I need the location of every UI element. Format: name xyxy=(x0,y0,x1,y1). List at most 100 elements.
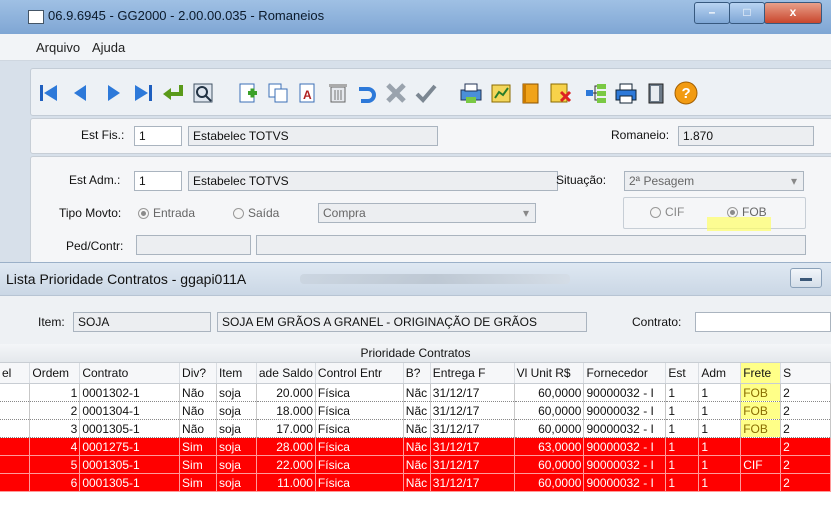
table-cell: soja xyxy=(216,401,257,420)
col-header[interactable]: Ordem xyxy=(29,363,81,384)
table-cell: 17.000 xyxy=(256,419,316,438)
col-header[interactable]: Contrato xyxy=(79,363,181,384)
table-cell: 31/12/17 xyxy=(430,419,515,438)
col-header[interactable]: Est xyxy=(665,363,700,384)
contrato-input[interactable] xyxy=(695,312,831,332)
table-cell: 0001305-1 xyxy=(79,473,181,492)
search-icon[interactable] xyxy=(191,81,215,105)
col-header[interactable]: Control Entr xyxy=(315,363,404,384)
confirm-icon[interactable] xyxy=(414,81,438,105)
first-icon[interactable] xyxy=(37,81,61,105)
report-icon[interactable] xyxy=(489,81,513,105)
table-cell: 31/12/17 xyxy=(430,437,515,456)
table-cell xyxy=(0,473,31,492)
table-row[interactable]: 6 0001305-1 Sim soja 11.000 Física Nãc 31/12/17… xyxy=(0,473,831,492)
menu-ajuda[interactable]: Ajuda xyxy=(92,40,125,55)
table-cell: 90000032 - I xyxy=(583,473,667,492)
col-header[interactable]: Div? xyxy=(179,363,217,384)
table-cell: 90000032 - I xyxy=(583,437,667,456)
table-cell: 1 xyxy=(698,455,742,474)
est-adm-panel: Est Adm.: 1 Estabelec TOTVS Situação: 2ª… xyxy=(30,156,831,264)
prev-icon[interactable] xyxy=(69,81,93,105)
table-cell: 0001304-1 xyxy=(79,401,181,420)
col-header[interactable]: Item xyxy=(216,363,257,384)
cancel-icon[interactable] xyxy=(384,81,408,105)
table-cell: Física xyxy=(315,437,404,456)
saida-radio[interactable] xyxy=(233,208,244,219)
next-icon[interactable] xyxy=(101,81,125,105)
table-cell: 2 xyxy=(780,383,831,402)
lista-prioridade-window: Lista Prioridade Contratos - ggapi011A I… xyxy=(0,262,831,508)
cif-label: CIF xyxy=(665,205,685,219)
print-icon[interactable] xyxy=(459,81,483,105)
table-cell: Nãc xyxy=(403,383,431,402)
list-minimize-button[interactable] xyxy=(790,268,822,288)
help-icon[interactable]: ? xyxy=(674,81,698,105)
table-cell: 1 xyxy=(29,383,81,402)
situacao-label: Situação: xyxy=(556,173,607,187)
cif-radio[interactable] xyxy=(650,207,661,218)
table-row[interactable]: 2 0001304-1 Não soja 18.000 Física Nãc 31/12/17… xyxy=(0,401,831,420)
toolbar: A ? xyxy=(30,68,831,116)
table-cell: 63,0000 xyxy=(514,437,585,456)
table-row[interactable]: 5 0001305-1 Sim soja 22.000 Física Nãc 31/12/17… xyxy=(0,455,831,474)
col-header[interactable]: S xyxy=(780,363,831,384)
table-cell: 3 xyxy=(29,419,81,438)
new-icon[interactable] xyxy=(236,81,260,105)
printer-icon[interactable] xyxy=(614,81,638,105)
grid-header-row: el Ordem Contrato Div? Item ade Saldo Co… xyxy=(0,363,831,384)
table-cell: 31/12/17 xyxy=(430,383,515,402)
table-row[interactable]: 1 0001302-1 Não soja 20.000 Física Nãc 31/12/17… xyxy=(0,383,831,402)
est-fis-code-input[interactable]: 1 xyxy=(134,126,182,146)
table-cell: 2 xyxy=(780,455,831,474)
table-cell: 0001305-1 xyxy=(79,455,181,474)
table-cell: soja xyxy=(216,455,257,474)
delete-icon[interactable] xyxy=(326,81,350,105)
enter-icon[interactable] xyxy=(161,81,185,105)
table-cell: 2 xyxy=(780,401,831,420)
est-adm-code-input[interactable]: 1 xyxy=(134,171,182,191)
table-cell: 0001305-1 xyxy=(79,419,181,438)
close-button[interactable]: x xyxy=(764,2,822,24)
contrato-label: Contrato: xyxy=(632,315,682,329)
window-title: 06.9.6945 - GG2000 - 2.00.00.035 - Roman… xyxy=(48,8,325,23)
table-cell: Nãc xyxy=(403,473,431,492)
book-icon[interactable] xyxy=(519,81,543,105)
table-cell: 28.000 xyxy=(256,437,316,456)
table-cell: Física xyxy=(315,401,404,420)
col-header[interactable]: Vl Unit R$ xyxy=(514,363,585,384)
col-header[interactable]: Fornecedor xyxy=(583,363,667,384)
table-row[interactable]: 4 0001275-1 Sim soja 28.000 Física Nãc 31/12/17… xyxy=(0,437,831,456)
minimize-button[interactable]: – xyxy=(694,2,730,24)
tree-icon[interactable] xyxy=(584,81,608,105)
table-cell: 1 xyxy=(665,383,700,402)
list-title-bar: Lista Prioridade Contratos - ggapi011A xyxy=(0,263,831,296)
ped-contr-input[interactable] xyxy=(136,235,251,255)
table-cell: 6 xyxy=(29,473,81,492)
edit-icon[interactable]: A xyxy=(296,81,320,105)
col-header[interactable]: Entrega F xyxy=(430,363,515,384)
situacao-select[interactable]: 2ª Pesagem ▾ xyxy=(624,171,804,191)
copy-icon[interactable] xyxy=(266,81,290,105)
last-icon[interactable] xyxy=(131,81,155,105)
table-cell: 1 xyxy=(698,401,742,420)
entrada-radio[interactable] xyxy=(138,208,149,219)
romaneio-label: Romaneio: xyxy=(611,128,670,142)
table-cell: 18.000 xyxy=(256,401,316,420)
exit-icon[interactable] xyxy=(644,81,668,105)
col-header[interactable]: ade Saldo xyxy=(256,363,316,384)
grid-title: Prioridade Contratos xyxy=(0,344,831,363)
filter-icon[interactable] xyxy=(549,81,573,105)
maximize-button[interactable]: □ xyxy=(729,2,765,24)
col-header-frete[interactable]: Frete xyxy=(740,363,782,384)
col-header[interactable]: el xyxy=(0,363,31,384)
menu-arquivo[interactable]: Arquivo xyxy=(36,40,80,55)
col-header[interactable]: Adm xyxy=(698,363,742,384)
col-header[interactable]: B? xyxy=(403,363,431,384)
tipo-movto-select[interactable]: Compra ▾ xyxy=(318,203,536,223)
frete-cell: FOB xyxy=(740,401,782,420)
minimize-icon xyxy=(800,278,812,281)
undo-icon[interactable] xyxy=(354,81,378,105)
table-cell xyxy=(0,383,31,402)
table-row[interactable]: 3 0001305-1 Não soja 17.000 Física Nãc 31/12/17… xyxy=(0,419,831,438)
